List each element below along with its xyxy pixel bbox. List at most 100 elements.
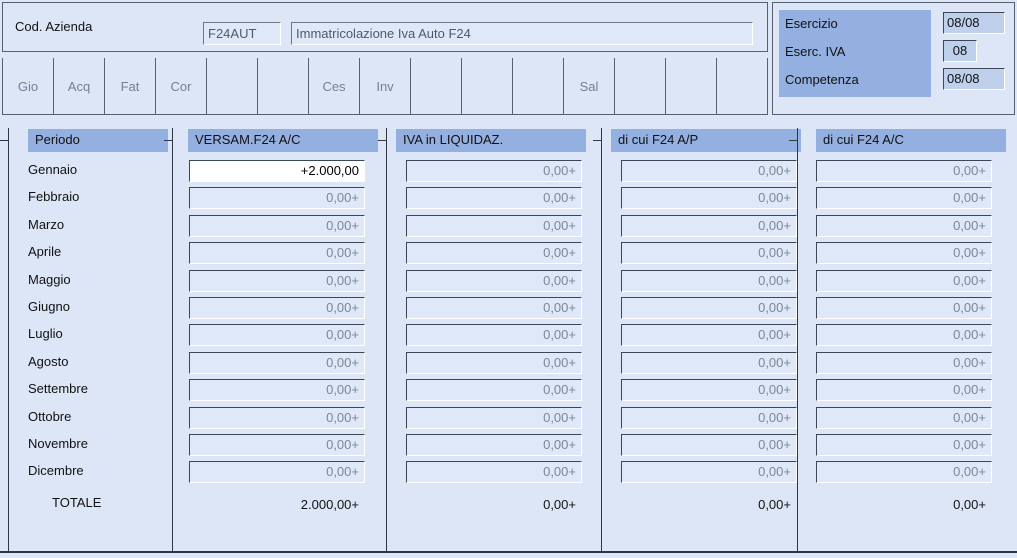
amount-input[interactable]: 0,00+ <box>816 407 992 429</box>
amount-input[interactable]: 0,00+ <box>406 407 582 429</box>
amount-input[interactable]: 0,00+ <box>189 461 365 483</box>
tab-empty-4[interactable] <box>207 58 258 114</box>
company-header-panel: Cod. Azienda F24AUT Immatricolazione Iva… <box>2 2 768 52</box>
amount-input[interactable]: 0,00+ <box>406 434 582 456</box>
amount-input[interactable]: 0,00+ <box>189 270 365 292</box>
period-label: Aprile <box>28 244 61 259</box>
amount-input[interactable]: 0,00+ <box>621 407 797 429</box>
column-divider <box>8 128 9 552</box>
column-total: 0,00+ <box>406 495 582 515</box>
vat-exercise-label: Eserc. IVA <box>785 44 845 59</box>
tab-empty-8[interactable] <box>411 58 462 114</box>
amount-input[interactable]: 0,00+ <box>816 270 992 292</box>
amount-input[interactable]: 0,00+ <box>189 242 365 264</box>
amount-input[interactable]: 0,00+ <box>621 215 797 237</box>
amount-input[interactable]: 0,00+ <box>816 434 992 456</box>
tab-inv[interactable]: Inv <box>360 58 411 114</box>
tab-sal[interactable]: Sal <box>564 58 615 114</box>
tab-fat[interactable]: Fat <box>105 58 156 114</box>
company-code-field[interactable]: F24AUT <box>203 22 281 45</box>
column-header: IVA in LIQUIDAZ. <box>396 129 586 152</box>
period-label: Agosto <box>28 354 68 369</box>
exercise-label: Esercizio <box>785 16 838 31</box>
column-header: VERSAM.F24 A/C <box>188 129 378 152</box>
amount-input[interactable]: 0,00+ <box>621 379 797 401</box>
tab-ces[interactable]: Ces <box>309 58 360 114</box>
column-header: di cui F24 A/P <box>611 129 801 152</box>
tab-empty-14[interactable] <box>717 58 767 114</box>
amount-input[interactable]: 0,00+ <box>816 379 992 401</box>
column-divider-tick <box>164 140 173 141</box>
period-label: Maggio <box>28 272 71 287</box>
period-label: Dicembre <box>28 463 84 478</box>
column-divider-tick <box>789 140 798 141</box>
amount-input[interactable]: 0,00+ <box>406 324 582 346</box>
period-label: Marzo <box>28 217 64 232</box>
vat-exercise-value-field[interactable]: 08 <box>943 40 977 62</box>
amount-input[interactable]: 0,00+ <box>406 215 582 237</box>
amount-input[interactable]: +2.000,00 <box>189 160 365 182</box>
tab-empty-5[interactable] <box>258 58 309 114</box>
column-divider <box>172 128 173 552</box>
amount-input[interactable]: 0,00+ <box>621 461 797 483</box>
amount-input[interactable]: 0,00+ <box>816 160 992 182</box>
competence-value-field[interactable]: 08/08 <box>943 68 1005 90</box>
amount-input[interactable]: 0,00+ <box>406 461 582 483</box>
amount-input[interactable]: 0,00+ <box>816 324 992 346</box>
amount-input[interactable]: 0,00+ <box>406 379 582 401</box>
period-label: Gennaio <box>28 162 77 177</box>
amount-input[interactable]: 0,00+ <box>406 160 582 182</box>
amount-input[interactable]: 0,00+ <box>621 160 797 182</box>
amount-input[interactable]: 0,00+ <box>816 242 992 264</box>
amount-input[interactable]: 0,00+ <box>406 352 582 374</box>
amount-input[interactable]: 0,00+ <box>816 352 992 374</box>
tab-empty-10[interactable] <box>513 58 564 114</box>
column-divider <box>601 128 602 552</box>
amount-input[interactable]: 0,00+ <box>816 461 992 483</box>
module-tab-strip: GioAcqFatCor CesInv Sal <box>2 58 768 115</box>
amount-input[interactable]: 0,00+ <box>189 215 365 237</box>
tab-empty-9[interactable] <box>462 58 513 114</box>
column-total: 0,00+ <box>621 495 797 515</box>
amount-input[interactable]: 0,00+ <box>406 297 582 319</box>
amount-input[interactable]: 0,00+ <box>189 352 365 374</box>
amount-input[interactable]: 0,00+ <box>816 215 992 237</box>
column-header: Periodo <box>28 129 168 152</box>
column-total: 2.000,00+ <box>189 495 365 515</box>
amount-input[interactable]: 0,00+ <box>189 187 365 209</box>
period-label: Ottobre <box>28 409 71 424</box>
tab-empty-13[interactable] <box>666 58 717 114</box>
period-label: Luglio <box>28 326 63 341</box>
amount-input[interactable]: 0,00+ <box>621 297 797 319</box>
amount-input[interactable]: 0,00+ <box>406 187 582 209</box>
amount-input[interactable]: 0,00+ <box>621 187 797 209</box>
column-divider-tick <box>0 140 9 141</box>
amount-input[interactable]: 0,00+ <box>189 324 365 346</box>
amount-input[interactable]: 0,00+ <box>816 297 992 319</box>
amount-input[interactable]: 0,00+ <box>189 297 365 319</box>
amount-input[interactable]: 0,00+ <box>816 187 992 209</box>
amount-input[interactable]: 0,00+ <box>189 434 365 456</box>
amount-input[interactable]: 0,00+ <box>621 242 797 264</box>
amount-input[interactable]: 0,00+ <box>621 434 797 456</box>
amount-input[interactable]: 0,00+ <box>621 352 797 374</box>
f24-registration-window: Cod. Azienda F24AUT Immatricolazione Iva… <box>0 0 1017 558</box>
company-description-field[interactable]: Immatricolazione Iva Auto F24 <box>291 22 753 45</box>
amount-input[interactable]: 0,00+ <box>621 324 797 346</box>
period-label: Febbraio <box>28 189 79 204</box>
period-amounts-grid: Periodo VERSAM.F24 A/C IVA in LIQUIDAZ. di … <box>0 128 1017 558</box>
tab-gio[interactable]: Gio <box>3 58 54 114</box>
period-label: Giugno <box>28 299 70 314</box>
tab-acq[interactable]: Acq <box>54 58 105 114</box>
exercise-value-field[interactable]: 08/08 <box>943 12 1005 34</box>
amount-input[interactable]: 0,00+ <box>189 407 365 429</box>
amount-input[interactable]: 0,00+ <box>621 270 797 292</box>
column-divider-tick <box>593 140 602 141</box>
amount-input[interactable]: 0,00+ <box>406 242 582 264</box>
amount-input[interactable]: 0,00+ <box>406 270 582 292</box>
amount-input[interactable]: 0,00+ <box>189 379 365 401</box>
tab-empty-12[interactable] <box>615 58 666 114</box>
grid-bottom-divider <box>0 551 1017 553</box>
tab-cor[interactable]: Cor <box>156 58 207 114</box>
column-divider <box>386 128 387 552</box>
